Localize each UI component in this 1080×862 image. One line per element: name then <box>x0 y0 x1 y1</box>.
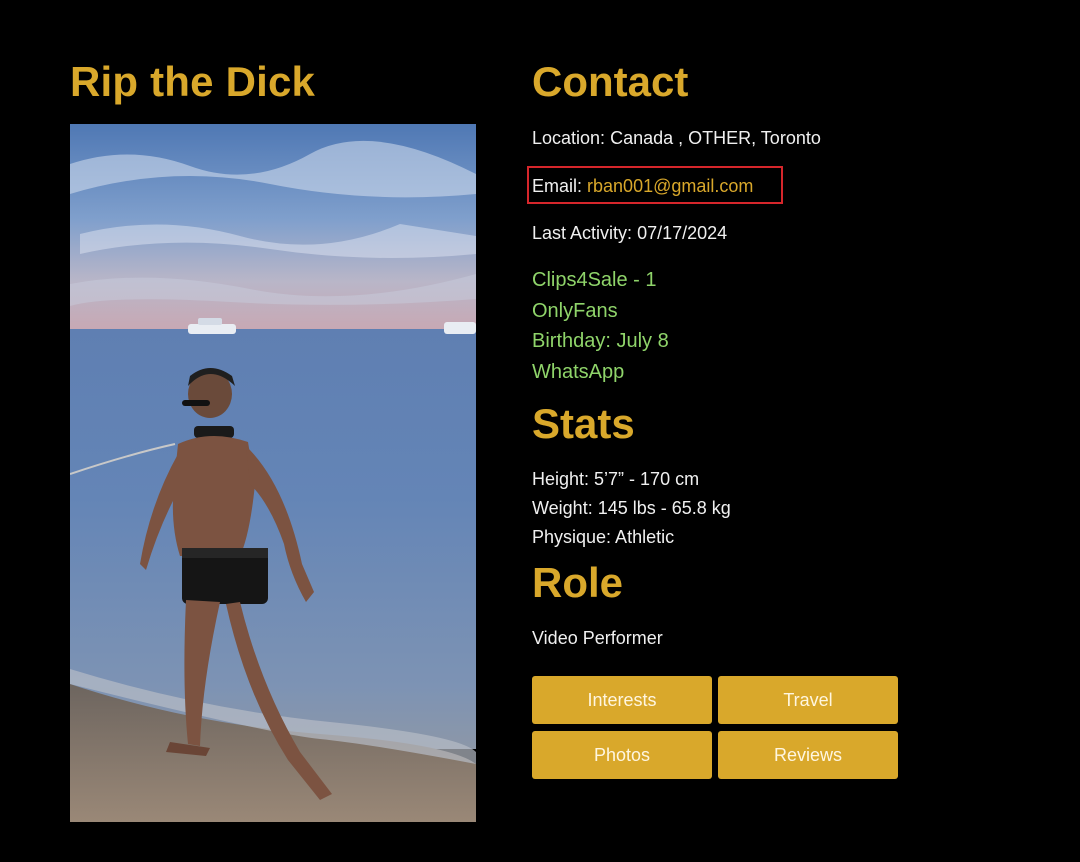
height-text: Height: 5’7” - 170 cm <box>532 469 700 489</box>
birthday-link[interactable]: Birthday: July 8 <box>532 330 669 353</box>
role-value: Video Performer <box>532 628 663 648</box>
location-label: Location: <box>532 128 606 148</box>
reviews-button[interactable]: Reviews <box>718 731 898 779</box>
interests-button[interactable]: Interests <box>532 676 712 724</box>
whatsapp-link[interactable]: WhatsApp <box>532 361 624 384</box>
profile-photo[interactable] <box>70 124 476 822</box>
clips4sale-link[interactable]: Clips4Sale - 1 <box>532 269 657 292</box>
location-value: Canada , OTHER, Toronto <box>610 128 821 148</box>
weight-text: Weight: 145 lbs - 65.8 kg <box>532 498 731 518</box>
travel-button[interactable]: Travel <box>718 676 898 724</box>
email-label: Email: <box>532 176 583 196</box>
physique-text: Physique: Athletic <box>532 527 675 547</box>
email-link[interactable]: rban001@gmail.com <box>587 176 753 196</box>
contact-heading: Contact <box>532 58 689 105</box>
last-activity-row: Last Activity: 07/17/2024 <box>532 223 727 244</box>
role-heading: Role <box>532 559 624 606</box>
location-row: Location: Canada , OTHER, Toronto <box>532 128 821 149</box>
email-row: Email: rban001@gmail.com <box>532 176 753 197</box>
last-activity-value: 07/17/2024 <box>637 223 728 243</box>
profile-name: Rip the Dick <box>70 58 316 105</box>
stats-heading: Stats <box>532 400 635 447</box>
last-activity-label: Last Activity: <box>532 223 633 243</box>
onlyfans-link[interactable]: OnlyFans <box>532 300 618 323</box>
photos-button[interactable]: Photos <box>532 731 712 779</box>
profile-page: Rip the Dick Contact Location: Canada , … <box>0 0 1080 862</box>
